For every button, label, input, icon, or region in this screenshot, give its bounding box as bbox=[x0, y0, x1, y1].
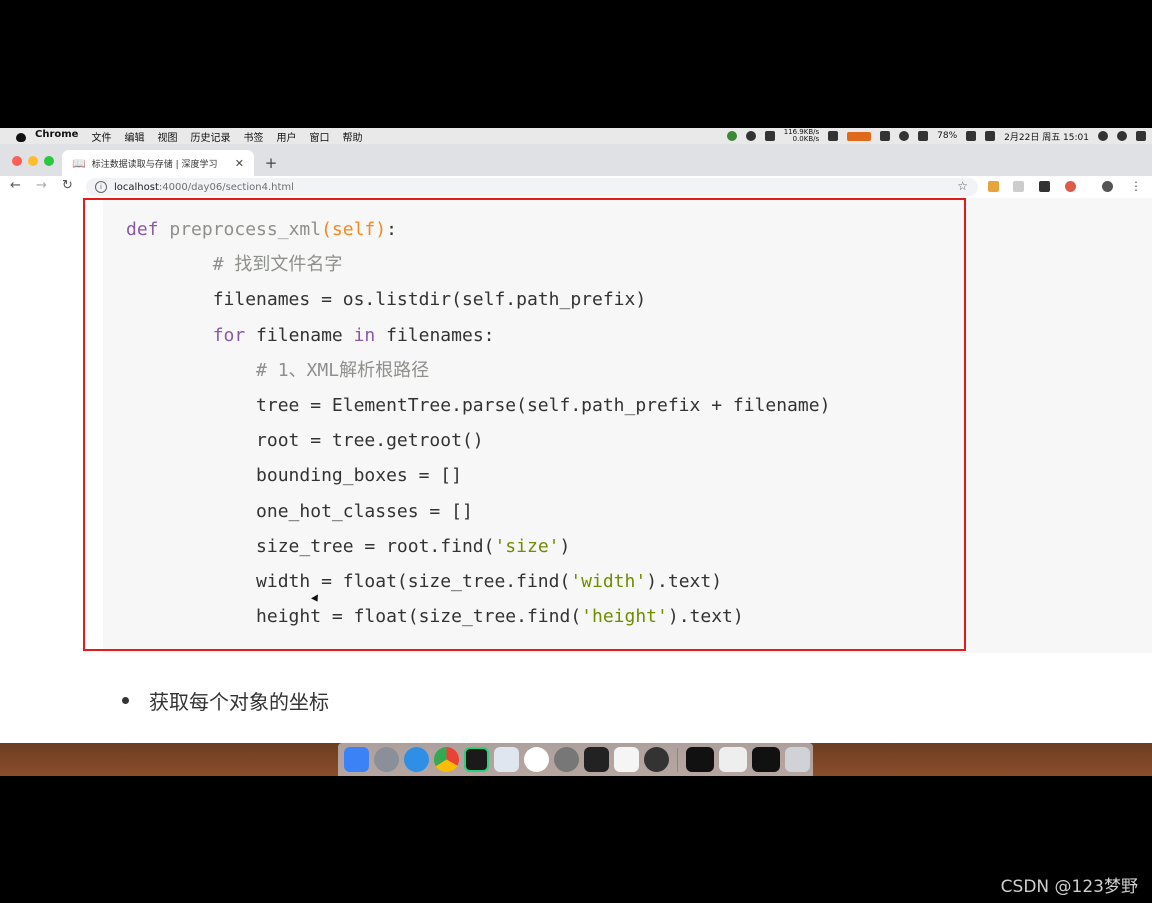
volume-icon[interactable] bbox=[918, 131, 929, 141]
bullet-dot-icon bbox=[122, 697, 129, 704]
minimized-window-thumbnail[interactable] bbox=[752, 747, 780, 772]
menu-help[interactable]: 帮助 bbox=[342, 129, 362, 144]
tab-close-icon[interactable]: ✕ bbox=[235, 157, 244, 170]
battery-percent[interactable]: 78% bbox=[937, 131, 957, 141]
extension-x-icon[interactable] bbox=[1039, 181, 1050, 192]
dock bbox=[338, 743, 813, 776]
terminal-icon[interactable] bbox=[584, 747, 609, 772]
extension-shield-icon[interactable] bbox=[1065, 181, 1076, 192]
cpu-graph-icon[interactable] bbox=[847, 131, 872, 141]
pycharm-icon[interactable] bbox=[464, 747, 489, 772]
text-editor-icon[interactable] bbox=[614, 747, 639, 772]
profile-avatar[interactable] bbox=[1102, 181, 1113, 192]
back-arrow-icon[interactable]: ← bbox=[10, 178, 21, 193]
url-path: :4000/day06/section4.html bbox=[158, 181, 294, 193]
url-host: localhost bbox=[114, 181, 159, 193]
highlight-annotation-box bbox=[83, 198, 966, 651]
chrome-icon[interactable] bbox=[434, 747, 459, 772]
forward-arrow-icon[interactable]: → bbox=[36, 178, 47, 193]
upload-status-icon[interactable] bbox=[726, 131, 737, 141]
app-tray-icon[interactable] bbox=[745, 131, 756, 141]
launchpad-icon[interactable] bbox=[374, 747, 399, 772]
reload-icon[interactable]: ↻ bbox=[62, 178, 73, 193]
app-menu: Chrome 文件 编辑 视图 历史记录 书签 用户 窗口 帮助 bbox=[35, 129, 362, 144]
minimized-window-thumbnail[interactable] bbox=[686, 747, 714, 772]
wifi-icon[interactable] bbox=[899, 131, 910, 141]
menu-app-name[interactable]: Chrome bbox=[35, 129, 78, 144]
tab-strip: 📖 标注数据读取与存储 | 深度学习 ✕ + bbox=[0, 144, 1152, 176]
bookmark-star-icon[interactable]: ☆ bbox=[957, 179, 968, 193]
macos-menubar: Chrome 文件 编辑 视图 历史记录 书签 用户 窗口 帮助 116.9KB… bbox=[0, 128, 1152, 144]
page-content: def preprocess_xml(self): # 找到文件名字 filen… bbox=[0, 198, 1152, 743]
docker-icon[interactable] bbox=[880, 131, 891, 141]
typora-icon[interactable] bbox=[524, 747, 549, 772]
browser-toolbar: ← → ↻ i localhost:4000/day06/section4.ht… bbox=[0, 176, 1152, 199]
monitor-tray-icon[interactable] bbox=[828, 131, 839, 141]
network-speed[interactable]: 116.9KB/s 0.0KB/s bbox=[784, 129, 819, 143]
address-bar[interactable]: i localhost:4000/day06/section4.html ☆ bbox=[86, 178, 978, 196]
finder-icon[interactable] bbox=[344, 747, 369, 772]
new-tab-button[interactable]: + bbox=[261, 154, 281, 172]
book-favicon-icon: 📖 bbox=[72, 156, 86, 170]
list-item: 获取每个对象的坐标 bbox=[122, 686, 329, 715]
tab-title: 标注数据读取与存储 | 深度学习 bbox=[91, 159, 218, 170]
tab-active[interactable]: 📖 标注数据读取与存储 | 深度学习 ✕ bbox=[62, 150, 254, 176]
menu-edit[interactable]: 编辑 bbox=[124, 129, 144, 144]
system-preferences-icon[interactable] bbox=[554, 747, 579, 772]
menu-history[interactable]: 历史记录 bbox=[190, 129, 230, 144]
zoom-window-button[interactable] bbox=[44, 156, 54, 166]
status-tray: 116.9KB/s 0.0KB/s 78% 2月22日 周五 15:01 bbox=[726, 128, 1146, 144]
extension-grid-icon[interactable] bbox=[988, 181, 999, 192]
apple-logo-icon[interactable] bbox=[16, 131, 26, 142]
safari-icon[interactable] bbox=[404, 747, 429, 772]
input-method-icon[interactable] bbox=[985, 131, 996, 141]
bullet-text: 获取每个对象的坐标 bbox=[149, 690, 329, 714]
siri-icon[interactable] bbox=[1117, 131, 1127, 141]
menubar-clock[interactable]: 2月22日 周五 15:01 bbox=[1004, 130, 1089, 143]
menu-people[interactable]: 用户 bbox=[276, 129, 296, 144]
menu-view[interactable]: 视图 bbox=[157, 129, 177, 144]
site-info-icon[interactable]: i bbox=[95, 181, 107, 193]
close-window-button[interactable] bbox=[12, 156, 22, 166]
extension-cursor-icon[interactable] bbox=[1013, 181, 1024, 192]
notification-center-icon[interactable] bbox=[1136, 131, 1146, 141]
send-tray-icon[interactable] bbox=[764, 131, 775, 141]
minimized-window-thumbnail[interactable] bbox=[719, 747, 747, 772]
menu-bookmarks[interactable]: 书签 bbox=[243, 129, 263, 144]
trash-icon[interactable] bbox=[785, 747, 810, 772]
menu-window[interactable]: 窗口 bbox=[309, 129, 329, 144]
chrome-menu-icon[interactable]: ⋮ bbox=[1130, 179, 1142, 193]
keynote-icon[interactable] bbox=[494, 747, 519, 772]
net-down: 0.0KB/s bbox=[792, 135, 820, 143]
battery-icon[interactable] bbox=[966, 131, 977, 141]
dock-separator bbox=[677, 747, 678, 772]
watermark-text: CSDN @123梦野 bbox=[1000, 877, 1138, 897]
obs-icon[interactable] bbox=[644, 747, 669, 772]
minimize-window-button[interactable] bbox=[28, 156, 38, 166]
menu-file[interactable]: 文件 bbox=[91, 129, 111, 144]
spotlight-search-icon[interactable] bbox=[1098, 131, 1108, 141]
